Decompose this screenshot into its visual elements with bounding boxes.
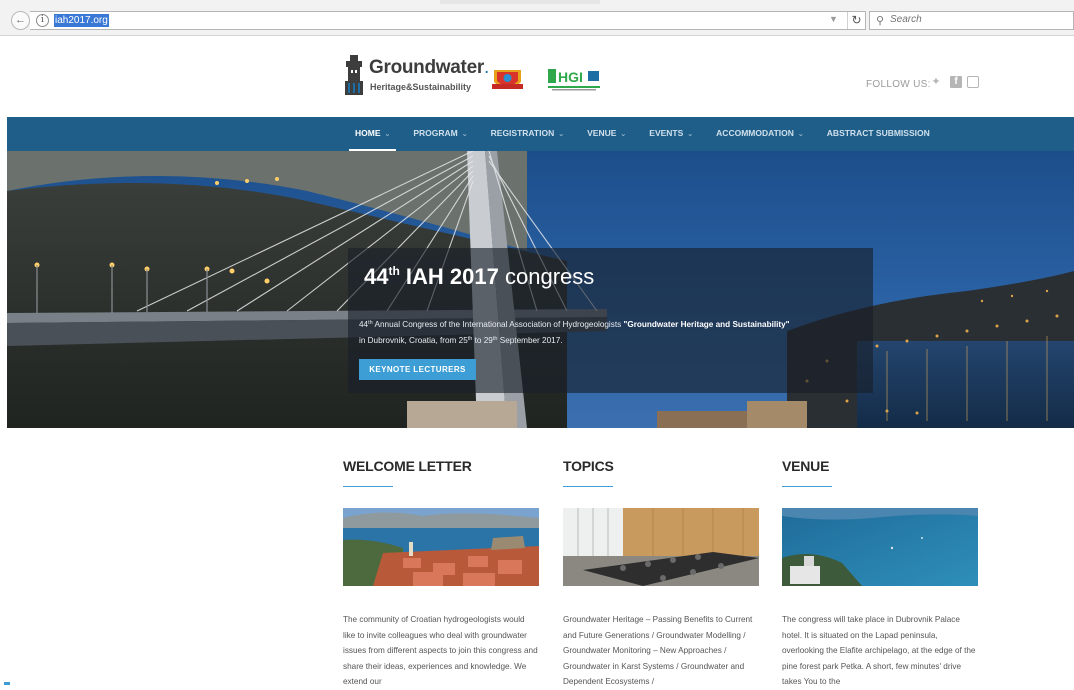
topics-section: TOPICS Groundwater Heritage – Passing Be… <box>563 458 759 686</box>
nav-item-home[interactable]: HOME ⌄ <box>348 117 397 151</box>
instagram-icon[interactable] <box>967 76 979 88</box>
section-heading[interactable]: WELCOME LETTER <box>343 458 539 478</box>
site-logo[interactable]: Groundwater. Heritage&Sustainability <box>344 55 489 97</box>
nav-item-program[interactable]: PROGRAM ⌄ <box>413 117 467 151</box>
section-heading[interactable]: TOPICS <box>563 458 759 478</box>
logo-tower-icon <box>345 55 363 95</box>
address-bar[interactable]: i iah2017.org ▼ ↻ <box>30 11 866 30</box>
nav-item-venue[interactable]: VENUE ⌄ <box>587 117 626 151</box>
welcome-letter-section: WELCOME LETTER The community of Croatian… <box>343 458 539 686</box>
nav-item-label: ACCOMMODATION <box>716 128 794 138</box>
section-text: The congress will take place in Dubrovni… <box>782 615 976 686</box>
hero-title: 44th IAH 2017 congress <box>364 264 595 289</box>
search-icon: ⚲ <box>876 15 885 27</box>
partner-logo-hgi: HGI <box>548 69 600 91</box>
nav-item-registration[interactable]: REGISTRATION ⌄ <box>491 117 564 151</box>
nav-item-accommodation[interactable]: ACCOMMODATION ⌄ <box>716 117 804 151</box>
facebook-icon[interactable]: f <box>950 76 962 88</box>
venue-coast-image[interactable] <box>782 508 978 586</box>
browser-toolbar: ← i iah2017.org ▼ ↻ ⚲ <box>0 0 1074 36</box>
section-heading[interactable]: VENUE <box>782 458 978 478</box>
follow-us-label: FOLLOW US: <box>866 79 931 90</box>
section-text: Groundwater Heritage – Passing Benefits … <box>563 615 753 686</box>
heading-underline <box>782 486 832 487</box>
twitter-icon[interactable]: ✦ <box>930 76 942 88</box>
logo-title: Groundwater. <box>369 57 489 78</box>
back-button[interactable]: ← <box>11 11 30 30</box>
nav-item-label: PROGRAM <box>413 128 458 138</box>
nav-menu: HOME ⌄ PROGRAM ⌄ REGISTRATION ⌄ VENUE ⌄ EVENTS ⌄ A… <box>348 117 953 151</box>
nav-item-label: HOME <box>355 128 381 138</box>
heading-underline <box>343 486 393 487</box>
chevron-down-icon: ⌄ <box>797 131 804 138</box>
main-navigation: HOME ⌄ PROGRAM ⌄ REGISTRATION ⌄ VENUE ⌄ EVENTS ⌄ A… <box>7 117 1074 151</box>
section-text: The community of Croatian hydrogeologist… <box>343 615 538 686</box>
hero-caption-box: 44th IAH 2017 congress 44th Annual Congr… <box>348 248 873 393</box>
url-dropdown-icon[interactable]: ▼ <box>829 14 838 24</box>
chevron-down-icon: ⌄ <box>558 131 565 138</box>
venue-section: VENUE The congress will take place in Du… <box>782 458 978 686</box>
nav-item-label: VENUE <box>587 128 617 138</box>
partner-logo-emblem <box>492 70 523 89</box>
hero-banner: 44th IAH 2017 congress 44th Annual Congr… <box>7 151 1074 428</box>
reload-icon[interactable]: ↻ <box>847 12 865 29</box>
browser-search-box[interactable]: ⚲ <box>869 11 1074 30</box>
logo-subtitle: Heritage&Sustainability <box>370 82 472 92</box>
tab-strip <box>440 0 600 4</box>
chevron-down-icon: ⌄ <box>384 131 391 138</box>
url-text[interactable]: iah2017.org <box>54 14 109 27</box>
chevron-down-icon: ⌄ <box>620 131 627 138</box>
nav-item-label: REGISTRATION <box>490 128 555 138</box>
heading-underline <box>563 486 613 487</box>
chevron-down-icon: ⌄ <box>687 131 694 138</box>
nav-item-label: ABSTRACT SUBMISSION <box>826 128 930 138</box>
nav-item-events[interactable]: EVENTS ⌄ <box>649 117 693 151</box>
keynote-lecturers-button[interactable]: KEYNOTE LECTURERS <box>359 359 476 380</box>
svg-text:HGI: HGI <box>558 69 583 85</box>
chevron-down-icon: ⌄ <box>461 131 468 138</box>
hero-description: 44th Annual Congress of the Internationa… <box>359 320 790 345</box>
info-icon[interactable]: i <box>36 14 49 27</box>
nav-item-label: EVENTS <box>649 128 684 138</box>
conference-room-image[interactable] <box>563 508 759 586</box>
dubrovnik-old-town-image[interactable] <box>343 508 539 586</box>
nav-item-abstract-submission[interactable]: ABSTRACT SUBMISSION <box>827 117 930 151</box>
search-input[interactable] <box>890 14 1070 25</box>
